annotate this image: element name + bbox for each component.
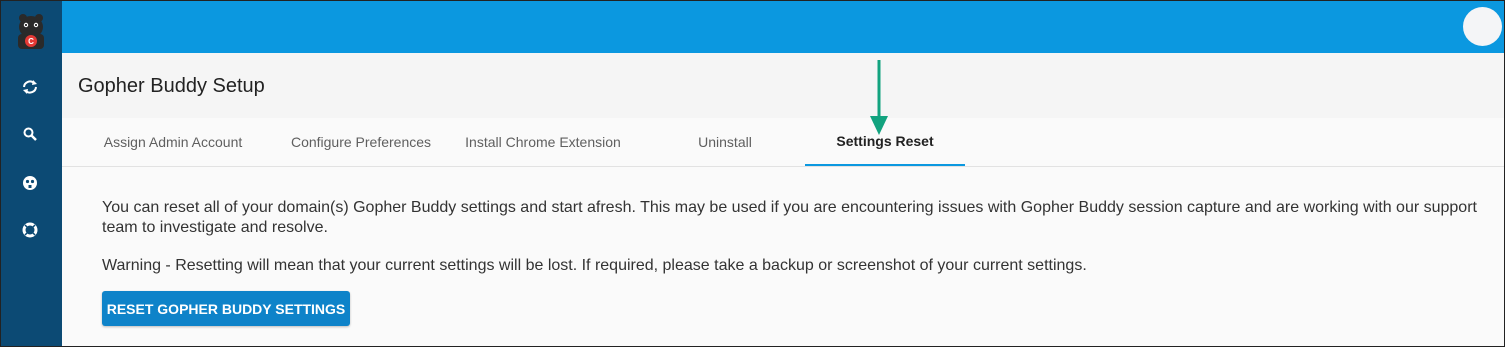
settings-reset-panel: You can reset all of your domain(s) Goph… xyxy=(62,167,1504,346)
reset-settings-button[interactable]: RESET GOPHER BUDDY SETTINGS xyxy=(102,291,350,326)
page-title: Gopher Buddy Setup xyxy=(78,75,265,97)
reset-warning: Warning - Resetting will mean that your … xyxy=(102,257,1087,274)
tab-bar: Assign Admin Account Configure Preferenc… xyxy=(62,118,1504,167)
annotation-arrow-icon xyxy=(869,58,889,136)
user-avatar[interactable] xyxy=(1463,7,1502,46)
svg-text:C: C xyxy=(28,37,34,46)
reset-description: You can reset all of your domain(s) Goph… xyxy=(102,199,1477,236)
support-icon[interactable] xyxy=(18,218,42,242)
sync-icon[interactable] xyxy=(18,75,42,99)
search-icon[interactable] xyxy=(18,122,42,146)
tab-configure-preferences[interactable]: Configure Preferences xyxy=(268,118,454,166)
top-app-bar xyxy=(62,1,1504,53)
page-header: Gopher Buddy Setup xyxy=(62,53,1504,118)
app-window: C Gopher Buddy Setup Assign Admin Accoun… xyxy=(0,0,1505,347)
gopher-buddy-logo-icon[interactable]: C xyxy=(14,12,48,50)
tab-assign-admin-account[interactable]: Assign Admin Account xyxy=(78,118,268,166)
gopher-icon[interactable] xyxy=(18,171,42,195)
sidebar: C xyxy=(1,1,62,346)
tab-uninstall[interactable]: Uninstall xyxy=(645,118,805,166)
tab-install-chrome-extension[interactable]: Install Chrome Extension xyxy=(454,118,632,166)
